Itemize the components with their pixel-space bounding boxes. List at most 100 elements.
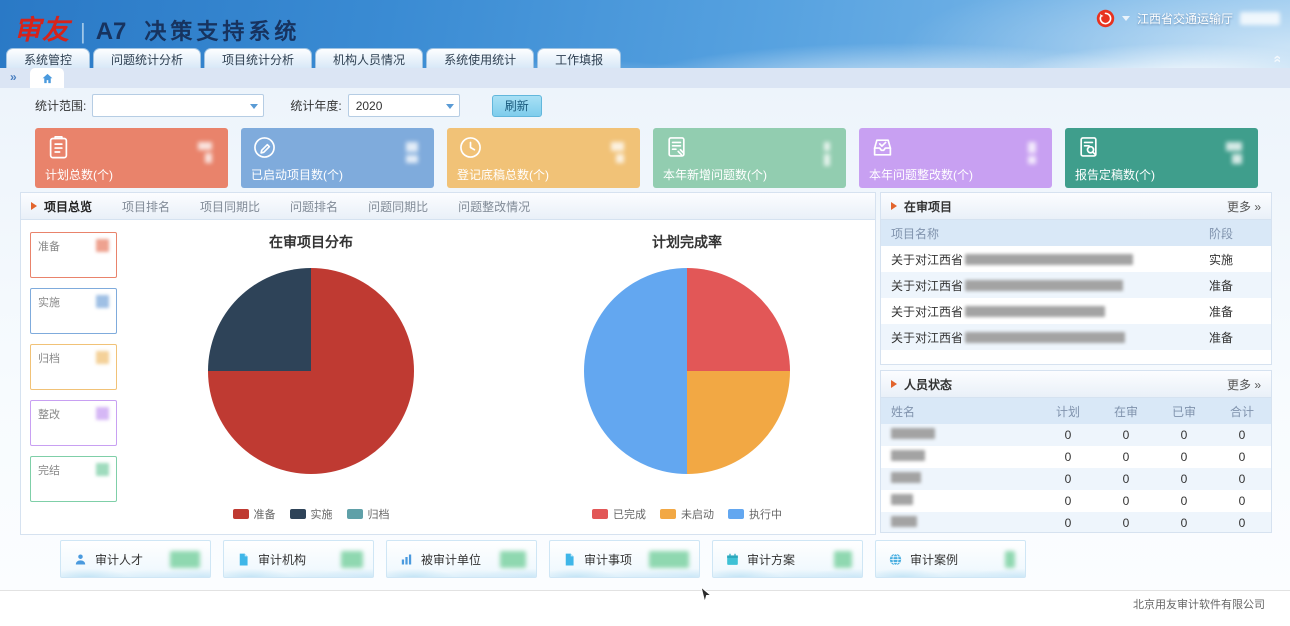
app-title: 决策支持系统 <box>144 14 300 46</box>
stat-card-3[interactable]: 登记底稿总数(个) <box>447 128 640 188</box>
quick-link-6[interactable]: 审计案例 <box>875 540 1026 578</box>
personnel-row[interactable]: 0000 <box>881 424 1271 446</box>
stat-cell: 0 <box>1213 468 1271 490</box>
quick-link-5[interactable]: 审计方案 <box>712 540 863 578</box>
quick-link-1[interactable]: 审计人才 <box>60 540 211 578</box>
document-gavel-icon <box>663 134 690 161</box>
stat-card-label: 报告定稿数(个) <box>1075 166 1155 183</box>
stat-card-2[interactable]: 已启动项目数(个) <box>241 128 434 188</box>
personnel-row[interactable]: 0000 <box>881 468 1271 490</box>
product-model: A7 <box>96 18 127 46</box>
person-name-cell <box>881 446 1039 468</box>
personnel-row[interactable]: 0000 <box>881 490 1271 512</box>
quick-link-4[interactable]: 审计事项 <box>549 540 700 578</box>
company-name: 北京用友审计软件有限公司 <box>1133 596 1265 612</box>
stat-cell: 0 <box>1039 490 1097 512</box>
person-name-redacted <box>891 494 913 505</box>
stat-card-4[interactable]: 本年新增问题数(个) <box>653 128 846 188</box>
home-tab[interactable] <box>30 68 64 88</box>
legend-item-归档[interactable]: 归档 <box>347 506 390 522</box>
column-header: 阶段 <box>1199 220 1271 246</box>
stat-card-1[interactable]: 计划总数(个) <box>35 128 228 188</box>
user-name-redacted[interactable] <box>1240 12 1280 25</box>
active-tab-bullet-icon <box>31 202 37 210</box>
quick-link-2[interactable]: 审计机构 <box>223 540 374 578</box>
nav-tab-4[interactable]: 机构人员情况 <box>315 48 423 68</box>
stage-box-4[interactable]: 整改 <box>30 400 117 446</box>
stage-box-value-redacted <box>96 463 109 476</box>
overview-tab-1[interactable]: 项目总览 <box>44 198 92 215</box>
stat-card-value-redacted <box>611 142 624 163</box>
stage-box-2[interactable]: 实施 <box>30 288 117 334</box>
red-circle-refresh-icon[interactable] <box>1096 9 1115 28</box>
pie-chart-completion <box>584 268 790 474</box>
legend-item-实施[interactable]: 实施 <box>290 506 333 522</box>
personnel-row[interactable]: 0000 <box>881 512 1271 533</box>
quick-link-value-redacted <box>834 551 852 568</box>
overview-tab-2[interactable]: 项目排名 <box>122 198 170 215</box>
more-link[interactable]: 更多 » <box>1227 198 1261 215</box>
stage-box-value-redacted <box>96 239 109 252</box>
refresh-button[interactable]: 刷新 <box>492 95 542 117</box>
quick-link-label: 审计事项 <box>584 551 632 568</box>
column-header: 计划 <box>1039 398 1097 424</box>
filter-bar: 统计范围: 统计年度: 2020 刷新 <box>35 94 542 117</box>
overview-body: 准备实施归档整改完结 在审项目分布 准备实施归档 计划完成率 已完成未启动执行中 <box>21 220 875 535</box>
nav-tab-3[interactable]: 项目统计分析 <box>204 48 312 68</box>
year-select-value: 2020 <box>356 99 383 113</box>
legend-item-执行中[interactable]: 执行中 <box>728 506 782 522</box>
legend-item-已完成[interactable]: 已完成 <box>592 506 646 522</box>
double-chevron-up-icon[interactable]: » <box>1269 55 1283 63</box>
column-header: 姓名 <box>881 398 1039 424</box>
chart-legend: 准备实施归档 <box>233 506 390 522</box>
overview-tab-3[interactable]: 项目同期比 <box>200 198 260 215</box>
legend-label: 已完成 <box>613 506 646 522</box>
stat-card-5[interactable]: 本年问题整改数(个) <box>859 128 1052 188</box>
project-row[interactable]: 关于对江西省准备 <box>881 272 1271 298</box>
stat-cell: 0 <box>1155 468 1213 490</box>
legend-item-准备[interactable]: 准备 <box>233 506 276 522</box>
nav-tab-5[interactable]: 系统使用统计 <box>426 48 534 68</box>
stat-card-6[interactable]: 报告定稿数(个) <box>1065 128 1258 188</box>
project-row[interactable]: 关于对江西省实施 <box>881 246 1271 272</box>
stat-cell: 0 <box>1039 468 1097 490</box>
stat-card-value-redacted <box>406 142 418 163</box>
project-stage-cell: 准备 <box>1199 272 1271 298</box>
project-name-redacted <box>965 280 1123 291</box>
overview-tab-5[interactable]: 问题同期比 <box>368 198 428 215</box>
overview-tab-6[interactable]: 问题整改情况 <box>458 198 530 215</box>
stage-box-5[interactable]: 完结 <box>30 456 117 502</box>
overview-tab-4[interactable]: 问题排名 <box>290 198 338 215</box>
legend-item-未启动[interactable]: 未启动 <box>660 506 714 522</box>
legend-color-chip <box>728 509 744 519</box>
person-name-cell <box>881 468 1039 490</box>
pie-chart-block-projects: 在审项目分布 准备实施归档 <box>123 220 499 535</box>
double-chevron-right-icon[interactable]: » <box>10 70 17 84</box>
personnel-row[interactable]: 0000 <box>881 446 1271 468</box>
home-icon <box>41 72 54 85</box>
quick-link-label: 审计人才 <box>95 551 143 568</box>
file-icon <box>236 552 251 567</box>
stat-card-label: 登记底稿总数(个) <box>457 166 549 183</box>
stage-box-3[interactable]: 归档 <box>30 344 117 390</box>
project-row[interactable]: 关于对江西省准备 <box>881 298 1271 324</box>
table-header-row: 项目名称阶段 <box>881 220 1271 246</box>
main-nav-tabs: 系统管控问题统计分析项目统计分析机构人员情况系统使用统计工作填报 <box>6 48 621 68</box>
more-link[interactable]: 更多 » <box>1227 376 1261 393</box>
project-row[interactable]: 关于对江西省准备 <box>881 324 1271 350</box>
project-name-cell: 关于对江西省 <box>881 272 1199 298</box>
year-select[interactable]: 2020 <box>348 94 460 117</box>
quick-link-label: 审计方案 <box>747 551 795 568</box>
stage-box-value-redacted <box>96 351 109 364</box>
nav-tab-6[interactable]: 工作填报 <box>537 48 621 68</box>
quick-link-3[interactable]: 被审计单位 <box>386 540 537 578</box>
quick-link-value-redacted <box>170 551 200 568</box>
projects-table: 项目名称阶段关于对江西省实施关于对江西省准备关于对江西省准备关于对江西省准备 <box>881 220 1271 350</box>
panel-header: 在审项目 更多 » <box>881 193 1271 220</box>
stage-box-1[interactable]: 准备 <box>30 232 117 278</box>
nav-tab-2[interactable]: 问题统计分析 <box>93 48 201 68</box>
column-header: 在审 <box>1097 398 1155 424</box>
user-menu-caret-icon[interactable] <box>1122 16 1130 21</box>
scope-select[interactable] <box>92 94 264 117</box>
nav-tab-1[interactable]: 系统管控 <box>6 48 90 68</box>
